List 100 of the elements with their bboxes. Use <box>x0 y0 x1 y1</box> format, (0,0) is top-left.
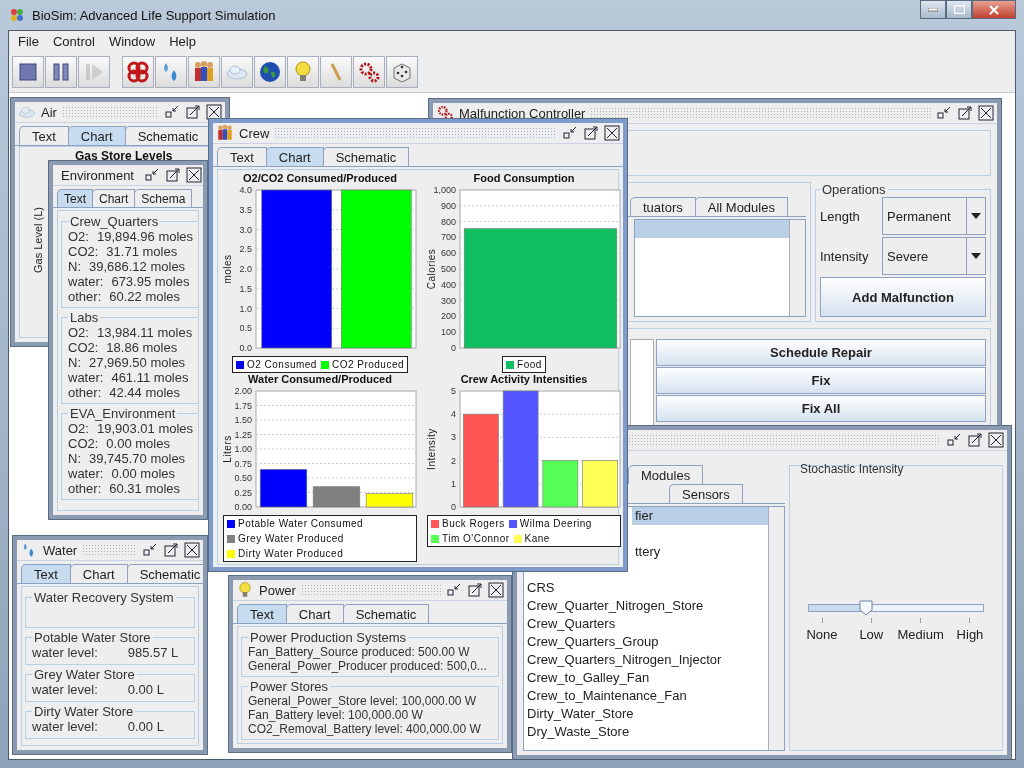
tick-label: 1.00 <box>234 444 252 454</box>
tab[interactable]: Sensors <box>669 484 743 503</box>
maximize-icon <box>967 432 983 448</box>
minimize-button[interactable] <box>936 105 952 121</box>
minimize-button[interactable] <box>164 104 180 120</box>
tab[interactable]: Modules <box>628 465 704 484</box>
app-logo-icon <box>8 6 26 24</box>
tab[interactable]: Schema <box>134 189 193 207</box>
maximize-button[interactable] <box>185 104 201 120</box>
list-item[interactable]: fier <box>632 507 768 525</box>
group-title: EVA_Environment <box>69 406 177 421</box>
close-icon <box>988 432 1004 448</box>
dropdown[interactable]: Permanent <box>882 197 986 235</box>
list-item[interactable]: Dry_Waste_Store <box>524 723 768 741</box>
tab[interactable]: Schematic <box>342 604 430 623</box>
tab[interactable]: Chart <box>67 126 126 145</box>
minimize-button[interactable] <box>946 432 962 448</box>
close-button[interactable] <box>184 542 200 558</box>
list-item[interactable]: Dirty_Water_Store <box>524 705 768 723</box>
tab[interactable]: Chart <box>265 147 324 166</box>
slider-thumb[interactable] <box>859 600 874 616</box>
list-item[interactable]: Crew_to_Maintenance_Fan <box>524 687 768 705</box>
toolbar-button[interactable] <box>353 56 385 88</box>
maximize-button[interactable] <box>967 432 983 448</box>
chart-title: Gas Store Levels <box>75 149 174 163</box>
list-item[interactable]: Crew_to_Galley_Fan <box>524 669 768 687</box>
axis-label: moles <box>222 254 233 284</box>
tick-label: 0.50 <box>234 473 252 483</box>
maximize-button[interactable] <box>957 105 973 121</box>
close-button[interactable] <box>604 125 620 141</box>
toolbar-button[interactable] <box>155 56 187 88</box>
list-item[interactable]: Crew_Quarters_Group <box>524 633 768 651</box>
caret-icon <box>971 213 981 219</box>
menu-item[interactable]: Window <box>101 32 163 51</box>
close-button[interactable] <box>186 167 202 183</box>
maximize-icon <box>165 167 181 183</box>
minimize-button[interactable] <box>446 582 462 598</box>
close-button[interactable] <box>488 582 504 598</box>
toolbar-button[interactable] <box>188 56 220 88</box>
tick-label: 0.75 <box>234 458 252 469</box>
action-button[interactable]: Fix <box>656 367 986 394</box>
scrollbar[interactable] <box>789 220 805 316</box>
maximize-button[interactable] <box>165 167 181 183</box>
gas-value: 0.00 moles <box>111 466 175 481</box>
close-icon <box>184 542 200 558</box>
tab[interactable]: Schematic <box>322 147 410 166</box>
toolbar-button[interactable] <box>12 56 44 88</box>
close-button[interactable] <box>978 105 994 121</box>
close-button[interactable] <box>988 432 1004 448</box>
tab[interactable]: Text <box>57 189 93 207</box>
chart-title: Food Consumption <box>473 172 575 184</box>
toolbar-button[interactable] <box>45 56 77 88</box>
legend-item: Buck Rogers <box>431 517 505 530</box>
menu-item[interactable]: Help <box>162 32 203 51</box>
tick-label: 0.00 <box>234 502 252 512</box>
toolbar-button[interactable] <box>122 56 154 88</box>
action-button[interactable]: Fix All <box>656 395 986 422</box>
minimize-icon <box>142 542 158 558</box>
window-title: Crew <box>239 125 270 141</box>
gas-value: 0.00 moles <box>106 436 170 451</box>
minimize-button[interactable] <box>562 125 578 141</box>
toolbar-button[interactable] <box>386 56 418 88</box>
gas-value: 42.44 moles <box>109 385 181 400</box>
maximize-icon <box>185 104 201 120</box>
dropdown[interactable]: Severe <box>882 237 986 275</box>
tab[interactable]: Text <box>217 147 267 166</box>
menu-item[interactable]: File <box>11 32 46 51</box>
tab[interactable]: tuators <box>630 197 696 216</box>
list-item[interactable]: ttery <box>632 543 768 561</box>
tab[interactable]: All Modules <box>694 197 788 216</box>
list-item[interactable]: Crew_Quarters <box>524 615 768 633</box>
maximize-button[interactable] <box>163 542 179 558</box>
maximize-icon <box>957 105 973 121</box>
tab[interactable]: Text <box>237 604 287 623</box>
list-item[interactable]: Crew_Quarters_Nitrogen_Injector <box>524 651 768 669</box>
scrollbar[interactable] <box>768 507 784 750</box>
tab[interactable]: Text <box>19 126 69 145</box>
tab[interactable]: Text <box>21 564 71 583</box>
menu-item[interactable]: Control <box>45 32 102 51</box>
minimize-button[interactable] <box>144 167 160 183</box>
toolbar-button[interactable] <box>287 56 319 88</box>
list-item[interactable]: Crew_Quarter_Nitrogen_Store <box>524 597 768 615</box>
minimize-button[interactable] <box>920 0 946 19</box>
field-label: Length <box>820 208 860 224</box>
maximize-button[interactable] <box>467 582 483 598</box>
tick-label: 5 <box>451 386 456 396</box>
toolbar-button[interactable] <box>254 56 286 88</box>
group-title: Labs <box>69 310 100 325</box>
tick-label: 1.0 <box>239 303 252 314</box>
add-malfunction-button[interactable]: Add Malfunction <box>820 277 986 317</box>
tick-label: 1.25 <box>234 429 252 440</box>
gas-value: 39,745.70 moles <box>89 451 186 466</box>
list-item[interactable]: CRS <box>524 579 768 597</box>
gas-value: 461.11 moles <box>111 370 189 385</box>
minimize-button[interactable] <box>142 542 158 558</box>
maximize-button[interactable] <box>583 125 599 141</box>
maximize-icon <box>163 542 179 558</box>
action-button[interactable]: Schedule Repair <box>656 339 986 366</box>
gas-value: 18.86 moles <box>106 340 178 355</box>
legend-item: Grey Water Produced <box>227 532 344 545</box>
